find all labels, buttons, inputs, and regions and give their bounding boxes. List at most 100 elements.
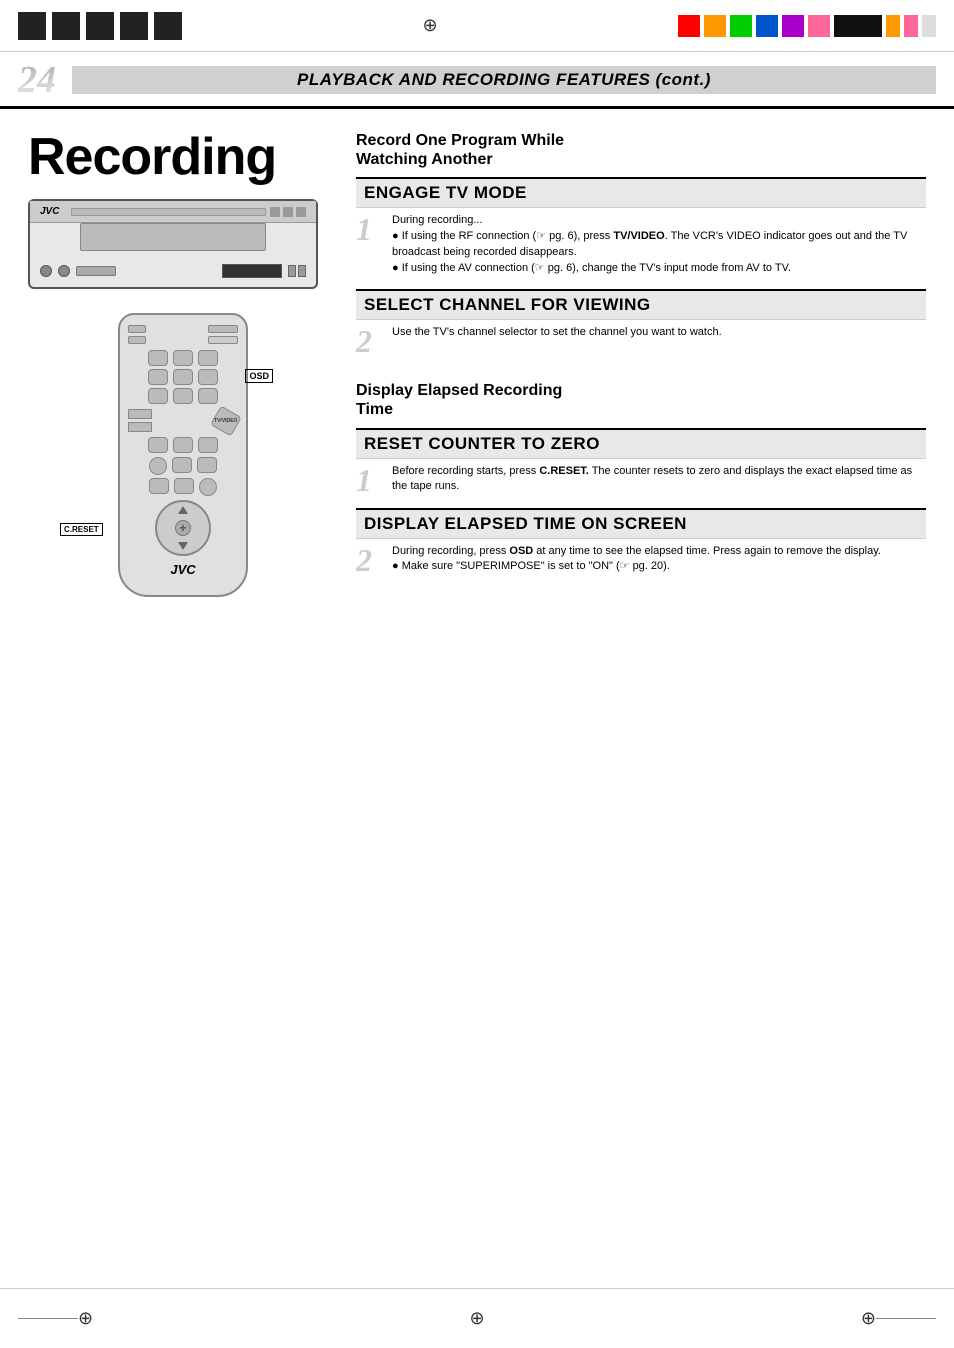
page-title: PLAYBACK AND RECORDING FEATURES (cont.) — [72, 66, 936, 94]
content-body: Recording JVC — [0, 109, 954, 597]
black-square-2 — [52, 12, 80, 40]
remote-top-btn-3 — [208, 325, 238, 333]
section1-step1-number: 1 — [356, 213, 384, 277]
section1-step2-text: Use the TV's channel selector to set the… — [392, 325, 722, 357]
black-strip — [834, 15, 882, 37]
remote-pause-btn — [197, 457, 217, 473]
remote-side-btn-2 — [128, 422, 152, 432]
section1-step1-bullet-2: If using the AV connection (☞ pg. 6), ch… — [392, 261, 926, 277]
vcr-side-btn-1 — [288, 265, 296, 277]
remote-top-left — [128, 325, 146, 344]
top-crosshair-icon: ⊕ — [422, 15, 437, 36]
remote-side-btn-1 — [128, 409, 152, 419]
page-header: 24 PLAYBACK AND RECORDING FEATURES (cont… — [0, 52, 954, 109]
remote-stop-btn — [172, 457, 192, 473]
remote-btn-6 — [198, 369, 218, 385]
color-block-blue — [756, 15, 778, 37]
remote-transport-row — [128, 457, 238, 475]
section2-step1: RESET COUNTER TO ZERO 1 Before recording… — [356, 428, 926, 504]
vcr-bottom-controls — [40, 261, 306, 281]
vcr-btn-2 — [283, 207, 293, 217]
color-block-orange — [704, 15, 726, 37]
vcr-top-buttons — [270, 207, 306, 217]
top-bar: ⊕ — [0, 0, 954, 52]
remote-btn-5 — [173, 369, 193, 385]
section1-heading: Record One Program While Watching Anothe… — [356, 131, 926, 169]
remote-btn-8 — [173, 388, 193, 404]
remote-ff-btn — [198, 437, 218, 453]
vcr-slot-front — [76, 266, 116, 276]
color-block-right-3 — [922, 15, 936, 37]
section2-step2: DISPLAY ELAPSED TIME ON SCREEN 2 During … — [356, 508, 926, 584]
top-bar-left — [18, 12, 182, 40]
remote-misc-btn-2 — [174, 478, 194, 494]
section1-step2-body: 2 Use the TV's channel selector to set t… — [356, 320, 926, 365]
remote-play-btn — [173, 437, 193, 453]
bottom-line-left — [18, 1318, 78, 1319]
section2-step1-body: 1 Before recording starts, press C.RESET… — [356, 459, 926, 504]
section1-step1-bullets: If using the RF connection (☞ pg. 6), pr… — [392, 229, 926, 277]
remote-btn-9 — [198, 388, 218, 404]
remote-row-3 — [128, 388, 238, 404]
remote-btn-2 — [173, 350, 193, 366]
section1-step1: ENGAGE TV MODE 1 During recording... If … — [356, 177, 926, 285]
remote-brand: JVC — [128, 562, 238, 577]
section2-heading: Display Elapsed Recording Time — [356, 381, 926, 419]
color-block-right-1 — [886, 15, 900, 37]
creset-label: C.RESET — [60, 523, 103, 536]
remote-top-area: OSD — [128, 325, 238, 344]
vcr-side-btn-2 — [298, 265, 306, 277]
section2-step1-title: RESET COUNTER TO ZERO — [364, 434, 918, 454]
remote-btn-7 — [148, 388, 168, 404]
remote-right-side: TV/VIDEO — [214, 410, 238, 432]
page-number: 24 — [18, 58, 56, 102]
remote-center-btn: + — [175, 520, 191, 536]
color-block-pink — [808, 15, 830, 37]
remote-down-arrow-icon — [178, 542, 188, 550]
vcr-display — [222, 264, 282, 278]
remote-row-1 — [128, 350, 238, 366]
remote-btn-3 — [198, 350, 218, 366]
tvvideo-text: TV/VIDEO — [214, 418, 237, 424]
vcr-knob-1 — [40, 265, 52, 277]
remote-rec-btn — [149, 457, 167, 475]
remote-numpad — [128, 350, 238, 404]
color-block-red — [678, 15, 700, 37]
remote-container: C.RESET OSD — [28, 313, 338, 597]
bottom-center-crosshair-icon: ⊕ — [469, 1308, 484, 1329]
black-square-3 — [86, 12, 114, 40]
remote-nav-ring: + — [155, 500, 211, 556]
bottom-right-crosshair-icon: ⊕ — [861, 1308, 876, 1329]
section1-step2-title: SELECT CHANNEL FOR VIEWING — [364, 295, 918, 315]
remote-osd-btn: OSD — [208, 336, 238, 344]
remote-up-arrow-icon — [178, 506, 188, 514]
section1-step2-number: 2 — [356, 325, 384, 357]
section1-step1-header: ENGAGE TV MODE — [356, 179, 926, 208]
top-bar-right — [678, 15, 936, 37]
section1-step1-text: During recording... If using the RF conn… — [392, 213, 926, 277]
remote-top-right: OSD — [208, 325, 238, 344]
color-block-right-2 — [904, 15, 918, 37]
section1-step1-bullet-1: If using the RF connection (☞ pg. 6), pr… — [392, 229, 926, 261]
remote-top-btn-1 — [128, 325, 146, 333]
vcr-btn-3 — [296, 207, 306, 217]
section2-step1-header: RESET COUNTER TO ZERO — [356, 430, 926, 459]
section1-step1-body: 1 During recording... If using the RF co… — [356, 208, 926, 285]
section2-step2-body: 2 During recording, press OSD at any tim… — [356, 539, 926, 584]
remote-row-2 — [128, 369, 238, 385]
black-square-5 — [154, 12, 182, 40]
black-square-1 — [18, 12, 46, 40]
page-wrapper: ⊕ 24 PLAYBACK AND RECORDING FEATURES (co… — [0, 0, 954, 1348]
vcr-tape-slot — [80, 223, 266, 251]
section2-step1-text: Before recording starts, press C.RESET. … — [392, 464, 926, 496]
remote-tvvideo-btn: TV/VIDEO — [210, 405, 242, 436]
section2-step2-bullet-1: Make sure "SUPERIMPOSE" is set to "ON" (… — [392, 559, 881, 575]
section2-step2-title: DISPLAY ELAPSED TIME ON SCREEN — [364, 514, 918, 534]
left-column: Recording JVC — [28, 119, 338, 597]
section1-step2: SELECT CHANNEL FOR VIEWING 2 Use the TV'… — [356, 289, 926, 365]
bottom-line-right — [876, 1318, 936, 1319]
vcr-top-strip: JVC — [30, 201, 316, 223]
remote-wrapper: C.RESET OSD — [118, 313, 248, 597]
remote-body: OSD — [118, 313, 248, 597]
section1-step1-title: ENGAGE TV MODE — [364, 183, 918, 203]
